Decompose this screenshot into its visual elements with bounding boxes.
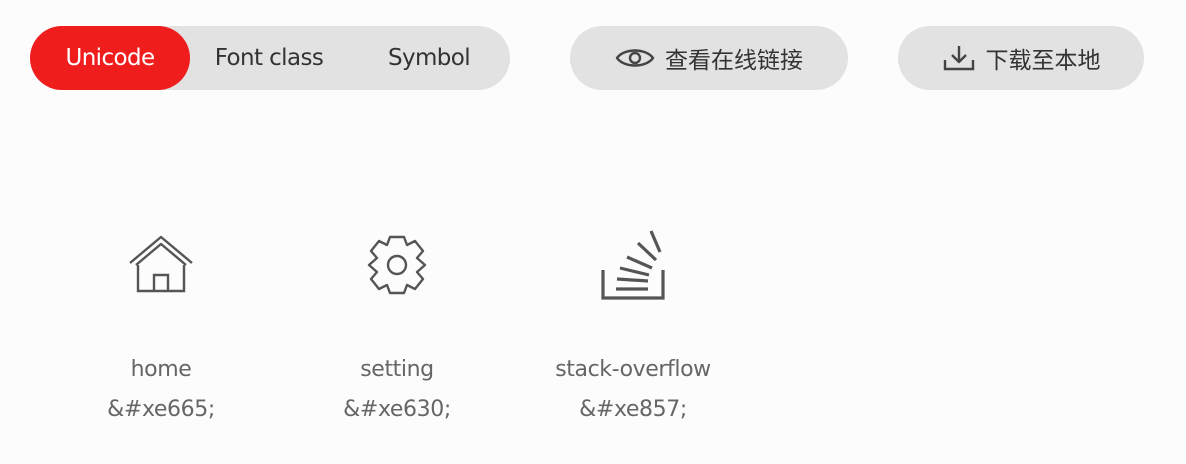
- icon-card-setting[interactable]: setting &#xe630;: [297, 220, 497, 424]
- download-button[interactable]: 下载至本地: [898, 26, 1144, 90]
- stack-overflow-icon: [533, 220, 733, 310]
- tab-unicode[interactable]: Unicode: [30, 26, 190, 90]
- icon-name: home: [130, 357, 192, 382]
- download-icon: [942, 44, 976, 72]
- display-mode-tabs: Unicode Font class Symbol: [30, 26, 510, 90]
- eye-icon: [615, 46, 655, 70]
- icon-card-stack-overflow[interactable]: stack-overflow &#xe857;: [533, 220, 733, 424]
- gear-icon: [297, 220, 497, 310]
- tab-font-class[interactable]: Font class: [190, 26, 348, 90]
- icon-name: stack-overflow: [555, 357, 711, 382]
- icon-code: &#xe665;: [107, 397, 215, 422]
- icon-card-home[interactable]: home &#xe665;: [61, 220, 261, 424]
- icon-code: &#xe630;: [343, 397, 451, 422]
- tab-symbol[interactable]: Symbol: [348, 26, 510, 90]
- view-online-link-label: 查看在线链接: [665, 48, 803, 74]
- icon-name: setting: [360, 357, 434, 382]
- home-icon: [61, 220, 261, 310]
- download-label: 下载至本地: [985, 48, 1101, 74]
- view-online-link-button[interactable]: 查看在线链接: [570, 26, 848, 90]
- icon-code: &#xe857;: [579, 397, 687, 422]
